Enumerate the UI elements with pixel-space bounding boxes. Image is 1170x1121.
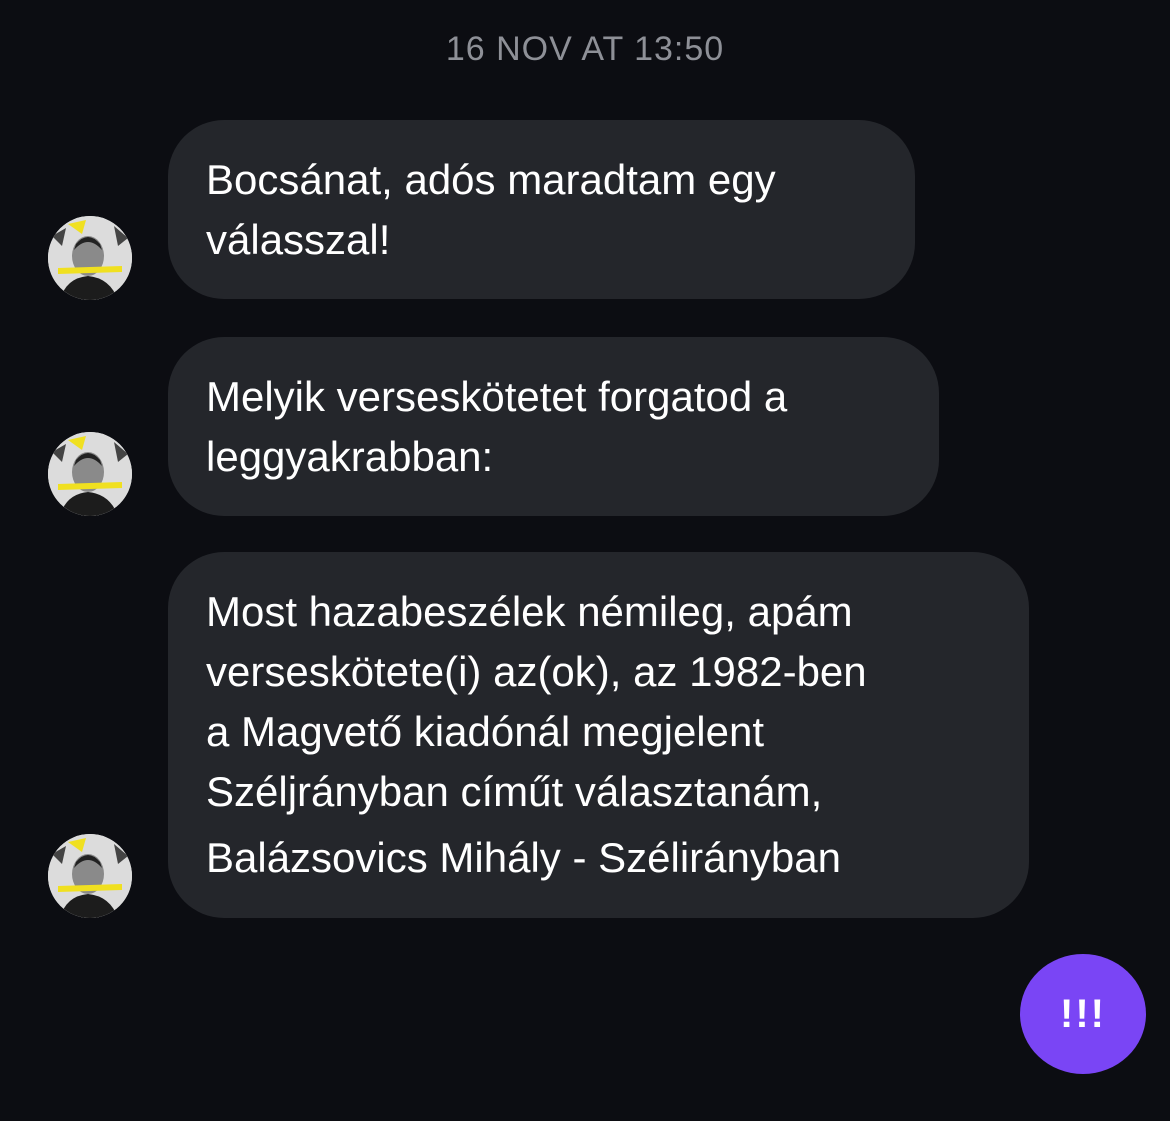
message-text: válasszal!: [206, 216, 391, 263]
sender-avatar[interactable]: [48, 834, 132, 918]
sender-avatar[interactable]: [48, 216, 132, 300]
fab-label: !!!: [1060, 991, 1106, 1036]
message-text: Melyik verseskötetet forgatod a: [206, 373, 788, 420]
message-bubble[interactable]: Melyik verseskötetet forgatod a leggyakr…: [168, 337, 939, 516]
avatar-portrait-icon: [48, 834, 132, 918]
message-text: Balázsovics Mihály - Szélirányban: [206, 834, 841, 881]
message-text: Most hazabeszélek némileg, apám: [206, 588, 853, 635]
message-bubble[interactable]: Most hazabeszélek némileg, apám verseskö…: [168, 552, 1029, 918]
message-text: Bocsánat, adós maradtam egy: [206, 156, 776, 203]
message-text: Széljrányban címűt választanám,: [206, 768, 823, 815]
avatar-portrait-icon: [48, 216, 132, 300]
message-text: a Magvető kiadónál megjelent: [206, 708, 765, 755]
message-text: leggyakrabban:: [206, 433, 494, 480]
message-bubble[interactable]: Bocsánat, adós maradtam egy válasszal!: [168, 120, 915, 299]
avatar-portrait-icon: [48, 432, 132, 516]
floating-action-button[interactable]: !!!: [1020, 954, 1146, 1074]
sender-avatar[interactable]: [48, 432, 132, 516]
conversation-timestamp: 16 NOV AT 13:50: [445, 30, 725, 68]
message-text: verseskötete(i) az(ok), az 1982-ben: [206, 648, 867, 695]
